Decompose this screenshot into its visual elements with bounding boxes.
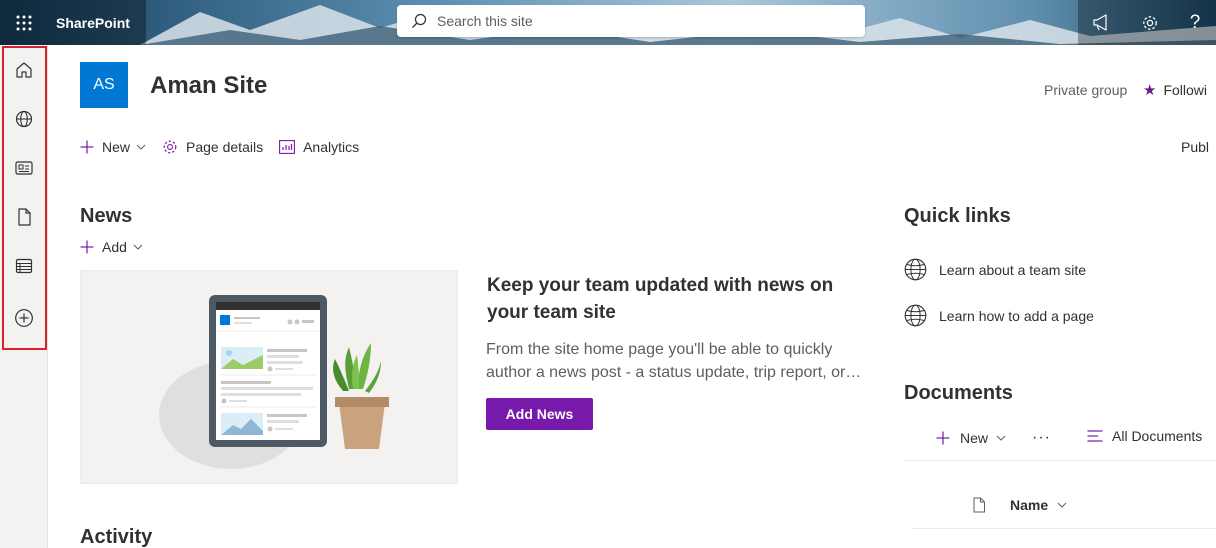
news-illustration	[80, 270, 458, 484]
divider	[904, 460, 1216, 461]
site-title[interactable]: Aman Site	[150, 72, 267, 100]
plus-icon	[936, 431, 950, 445]
view-label: All Documents	[1112, 428, 1203, 444]
chevron-down-icon	[1057, 502, 1067, 508]
news-add-button[interactable]: Add	[80, 239, 143, 255]
news-button[interactable]	[0, 148, 48, 188]
home-button[interactable]	[0, 50, 48, 90]
list-icon	[15, 258, 33, 274]
megaphone-icon	[1093, 13, 1107, 31]
tablet-plant-illustration	[159, 295, 389, 469]
app-name-link[interactable]: SharePoint	[47, 0, 146, 45]
search-box[interactable]: Search this site	[397, 5, 865, 37]
page-details-label: Page details	[186, 139, 264, 155]
search-placeholder: Search this site	[437, 13, 533, 29]
documents-column-header: Name	[972, 497, 1067, 513]
new-label: New	[102, 139, 131, 155]
follow-label: Followi	[1163, 82, 1208, 98]
file-type-icon[interactable]	[972, 497, 986, 513]
add-news-button[interactable]: Add News	[486, 398, 593, 430]
analytics-button[interactable]: Analytics	[279, 139, 359, 155]
home-icon	[16, 62, 32, 78]
news-promo-text: From the site home page you'll be able t…	[486, 341, 862, 381]
quick-link-item[interactable]: Learn how to add a page	[904, 304, 1094, 327]
page-details-button[interactable]: Page details	[162, 139, 263, 155]
news-add-label: Add	[102, 239, 127, 255]
suite-header-actions: ?	[1078, 0, 1216, 45]
gear-icon	[162, 139, 178, 155]
quick-link-label: Learn about a team site	[939, 261, 1087, 278]
divider	[912, 528, 1216, 529]
quick-links-heading: Quick links	[904, 205, 1011, 227]
help-button[interactable]: ?	[1174, 0, 1216, 45]
help-icon: ?	[1189, 11, 1201, 33]
waffle-icon	[16, 15, 31, 30]
chevron-down-icon	[133, 244, 143, 250]
suite-bar: SharePoint Search this site ?	[0, 0, 1216, 45]
analytics-label: Analytics	[303, 139, 360, 155]
globe-icon	[15, 110, 33, 128]
files-button[interactable]	[0, 197, 48, 237]
globe-icon	[904, 258, 927, 281]
privacy-label: Private group	[1044, 82, 1128, 98]
view-list-icon	[1087, 429, 1103, 443]
command-bar: New Page details Analytics	[80, 136, 375, 158]
view-switcher-button[interactable]: All Documents	[1087, 428, 1202, 444]
new-button[interactable]: New	[80, 139, 146, 155]
document-icon	[18, 208, 31, 226]
documents-heading: Documents	[904, 382, 1013, 404]
search-icon	[411, 13, 427, 29]
documents-command-bar: New ···	[936, 428, 1051, 448]
plus-icon	[80, 240, 94, 254]
app-launcher-button[interactable]	[0, 0, 47, 45]
add-circle-icon	[15, 309, 33, 327]
activity-heading: Activity	[80, 526, 153, 548]
news-icon	[15, 161, 33, 175]
site-logo[interactable]: AS	[80, 62, 128, 108]
quick-link-label: Learn how to add a page	[939, 307, 1094, 324]
lists-button[interactable]	[0, 246, 48, 286]
news-heading: News	[80, 205, 133, 227]
sites-button[interactable]	[0, 99, 48, 139]
create-button[interactable]	[0, 298, 48, 338]
gear-icon	[1143, 15, 1157, 30]
settings-button[interactable]	[1126, 0, 1174, 45]
star-icon: ★	[1143, 82, 1157, 99]
quick-link-item[interactable]: Learn about a team site	[904, 258, 1086, 281]
chevron-down-icon	[136, 144, 146, 150]
news-promo-title: Keep your team updated with news on your…	[487, 275, 834, 323]
documents-new-button[interactable]: New	[936, 430, 1006, 446]
more-options-button[interactable]: ···	[1032, 429, 1051, 447]
globe-icon	[904, 304, 927, 327]
analytics-icon	[279, 140, 296, 154]
chevron-down-icon	[996, 435, 1006, 441]
documents-new-label: New	[960, 430, 989, 446]
megaphone-button[interactable]	[1078, 0, 1126, 45]
name-column-header[interactable]: Name	[1010, 497, 1048, 513]
follow-button[interactable]: ★ Followi	[1143, 81, 1207, 99]
left-app-bar	[0, 45, 48, 548]
plus-icon	[80, 140, 94, 154]
publish-button[interactable]: Publ	[1181, 139, 1209, 155]
